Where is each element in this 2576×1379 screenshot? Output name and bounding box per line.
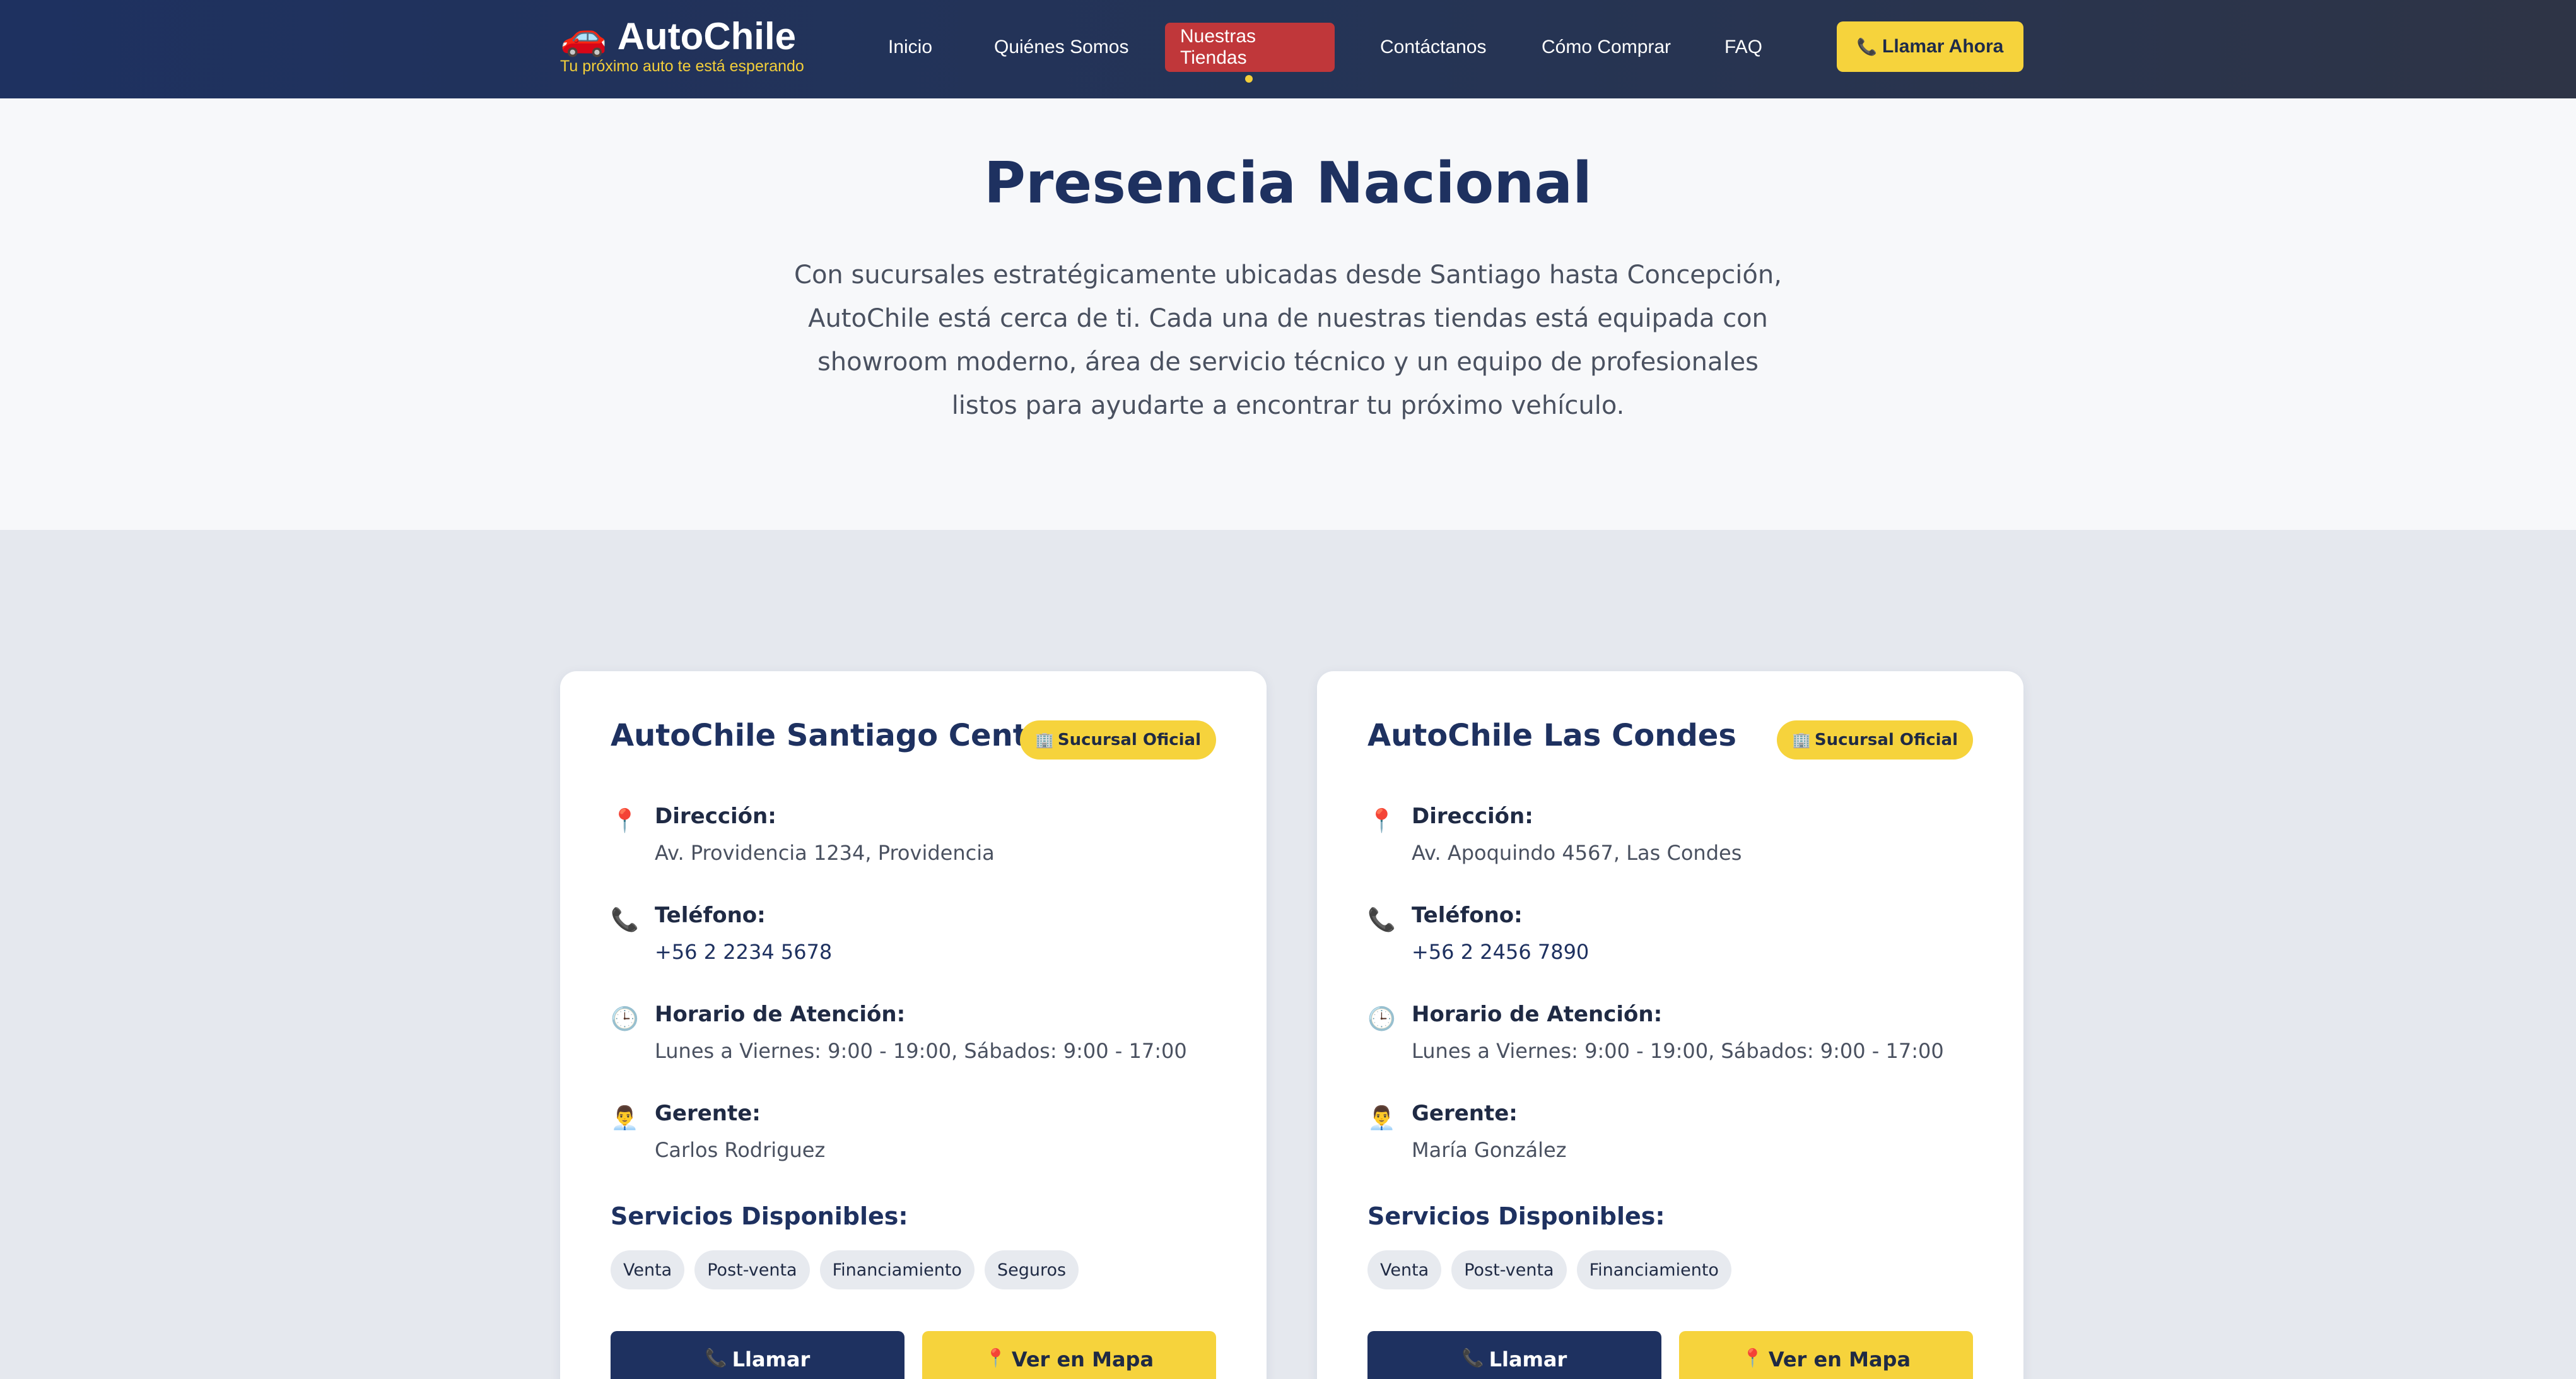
badge-label: Sucursal Oficial [1057,731,1201,749]
address-label: Dirección: [655,804,776,829]
page-title: Presencia Nacional [983,150,1593,216]
location-pin-icon: 📍 [1741,1347,1764,1368]
hours-value: Lunes a Viernes: 9:00 - 19:00, Sábados: … [655,1039,1187,1063]
building-icon: 🏢 [1034,731,1054,749]
services-list: Venta Post-venta Financiamiento [1367,1250,1742,1289]
call-store-button[interactable]: 📞 Llamar [611,1331,905,1379]
service-chip: Post-venta [694,1250,810,1289]
location-pin-icon: 📍 [1367,808,1396,834]
manager-label: Gerente: [655,1101,761,1126]
manager-label: Gerente: [1412,1101,1518,1126]
view-map-button[interactable]: 📍 Ver en Mapa [922,1331,1216,1379]
nav-nuestras-tiendas[interactable]: Nuestras Tiendas [1165,23,1335,72]
address-value: Av. Providencia 1234, Providencia [655,841,995,865]
clock-icon: 🕒 [611,1006,639,1032]
official-branch-badge: 🏢 Sucursal Oficial [1776,720,1973,760]
map-label: Ver en Mapa [1011,1347,1154,1371]
hours-value: Lunes a Viernes: 9:00 - 19:00, Sábados: … [1412,1039,1944,1063]
manager-icon: 👨‍💼 [611,1105,639,1131]
map-label: Ver en Mapa [1768,1347,1911,1371]
phone-value[interactable]: +56 2 2234 5678 [655,938,832,966]
location-pin-icon: 📍 [984,1347,1007,1368]
car-icon: 🚗 [560,15,607,57]
view-map-button[interactable]: 📍 Ver en Mapa [1679,1331,1973,1379]
store-card: AutoChile Las Condes 🏢 Sucursal Oficial … [1317,671,2023,1379]
badge-label: Sucursal Oficial [1814,731,1958,749]
phone-icon: 📞 [611,907,639,933]
hero-description: Con sucursales estratégicamente ubicadas… [794,261,1782,420]
clock-icon: 🕒 [1367,1006,1396,1032]
nav-faq[interactable]: FAQ [1709,23,1777,72]
active-indicator-dot [1245,75,1253,83]
service-chip: Post-venta [1451,1250,1567,1289]
manager-value: María González [1412,1138,1567,1162]
nav-quienes-somos[interactable]: Quiénes Somos [979,23,1144,72]
services-heading: Servicios Disponibles: [611,1202,908,1230]
manager-value: Carlos Rodriguez [655,1138,826,1162]
hero-section: Presencia Nacional Con sucursales estrat… [0,98,2576,530]
store-card: AutoChile Santiago Centro 🏢 Sucursal Ofi… [560,671,1267,1379]
building-icon: 🏢 [1791,731,1811,749]
brand-logo[interactable]: 🚗 AutoChile Tu próximo auto te está espe… [560,14,804,76]
services-heading: Servicios Disponibles: [1367,1202,1665,1230]
hours-label: Horario de Atención: [1412,1002,1663,1027]
services-list: Venta Post-venta Financiamiento Seguros [611,1250,1089,1289]
service-chip: Venta [611,1250,685,1289]
hours-label: Horario de Atención: [655,1002,906,1027]
phone-icon: 📞 [1856,37,1878,56]
phone-label: Teléfono: [655,903,766,928]
store-name: AutoChile Las Condes [1367,718,1736,753]
official-branch-badge: 🏢 Sucursal Oficial [1019,720,1216,760]
address-value: Av. Apoquindo 4567, Las Condes [1412,841,1742,865]
service-chip: Financiamiento [1576,1250,1731,1289]
call-now-button[interactable]: 📞 Llamar Ahora [1837,21,2023,72]
store-name: AutoChile Santiago Centro [611,718,1063,753]
location-pin-icon: 📍 [611,808,639,834]
nav-contactanos[interactable]: Contáctanos [1365,23,1501,72]
nav-inicio[interactable]: Inicio [873,23,947,72]
manager-icon: 👨‍💼 [1367,1105,1396,1131]
call-store-button[interactable]: 📞 Llamar [1367,1331,1661,1379]
brand-title: 🚗 AutoChile [560,14,804,59]
phone-value[interactable]: +56 2 2456 7890 [1412,938,1589,966]
brand-tagline: Tu próximo auto te está esperando [560,57,804,75]
call-label: Llamar [1489,1347,1567,1371]
phone-icon: 📞 [705,1347,727,1368]
phone-icon: 📞 [1367,907,1396,933]
service-chip: Financiamiento [819,1250,975,1289]
address-label: Dirección: [1412,804,1533,829]
top-navbar: 🚗 AutoChile Tu próximo auto te está espe… [0,0,2576,98]
nav-como-comprar[interactable]: Cómo Comprar [1526,23,1686,72]
call-label: Llamar [732,1347,811,1371]
call-now-label: Llamar Ahora [1882,36,2004,57]
phone-icon: 📞 [1461,1347,1484,1368]
service-chip: Seguros [984,1250,1079,1289]
service-chip: Venta [1367,1250,1442,1289]
brand-name: AutoChile [617,15,797,57]
phone-label: Teléfono: [1412,903,1523,928]
